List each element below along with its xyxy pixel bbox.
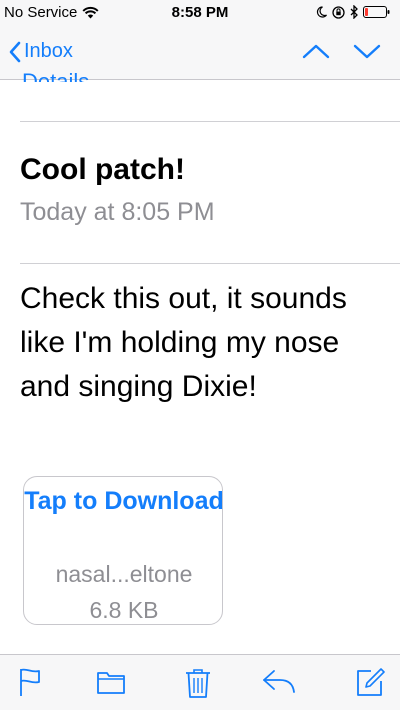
orientation-lock-icon: [332, 5, 345, 19]
details-link[interactable]: Details: [22, 62, 89, 82]
body-divider: [20, 263, 400, 264]
back-button-label: Inbox: [24, 40, 73, 62]
chevron-left-icon: [9, 41, 21, 62]
flag-icon[interactable]: [17, 667, 43, 697]
folder-icon[interactable]: [96, 667, 126, 695]
battery-icon: [363, 6, 390, 18]
reply-icon[interactable]: [262, 667, 296, 695]
trash-icon[interactable]: [184, 667, 212, 699]
status-right: [316, 5, 390, 19]
message-subject: Cool patch!: [20, 153, 185, 186]
attachment-size: 6.8 KB: [89, 597, 159, 623]
attachment-action: Tap to Download: [24, 487, 224, 515]
back-to-inbox-button[interactable]: Inbox: [8, 40, 73, 63]
chevron-down-icon[interactable]: [352, 40, 382, 62]
attachment-filename: nasal...eltone: [55, 561, 193, 587]
status-bar: No Service 8:58 PM: [0, 0, 400, 28]
attachment-download-button[interactable]: Tap to Download nasal...eltone 6.8 KB: [23, 476, 224, 625]
bluetooth-icon: [350, 5, 358, 19]
header-divider: [20, 121, 400, 122]
compose-icon[interactable]: [355, 667, 385, 697]
message-body: Check this out, it sounds like I'm holdi…: [20, 282, 347, 403]
moon-icon: [316, 6, 327, 18]
message-date: Today at 8:05 PM: [20, 198, 215, 226]
bottom-toolbar: [0, 654, 400, 710]
chevron-up-icon[interactable]: [301, 40, 331, 62]
